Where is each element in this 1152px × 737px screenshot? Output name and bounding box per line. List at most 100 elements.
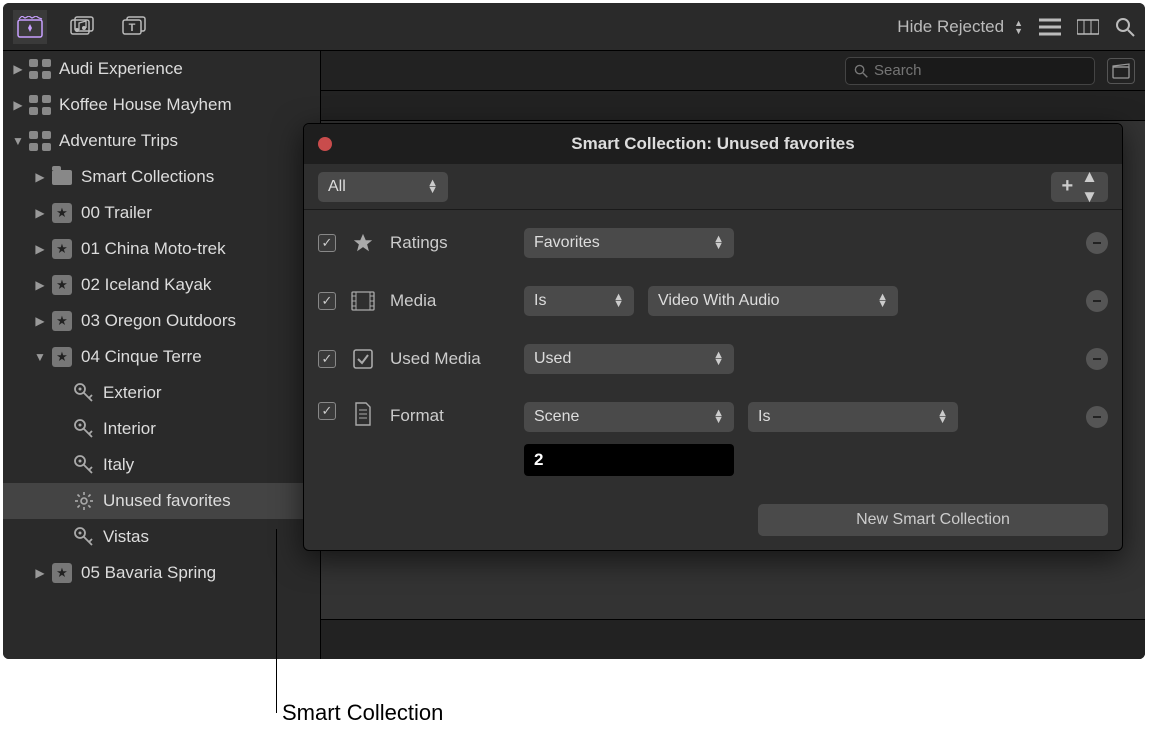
toolbar: T Hide Rejected ▲▼ (3, 3, 1145, 51)
event-china[interactable]: ▶★01 China Moto-trek (3, 231, 320, 267)
keyword-icon (73, 382, 95, 404)
event-cinque[interactable]: ▼★04 Cinque Terre (3, 339, 320, 375)
browser-header (321, 51, 1145, 91)
label: Koffee House Mayhem (59, 95, 232, 115)
keyword-vistas[interactable]: Vistas (3, 519, 320, 555)
remove-rule-button[interactable] (1086, 232, 1108, 254)
label: 01 China Moto-trek (81, 239, 226, 259)
clip-filter-label: Hide Rejected (897, 17, 1004, 37)
keyword-exterior[interactable]: Exterior (3, 375, 320, 411)
search-field[interactable] (845, 57, 1095, 85)
filmstrip-icon (350, 291, 376, 311)
library-adventure[interactable]: ▼Adventure Trips (3, 123, 320, 159)
rule-enable-checkbox[interactable]: ✓ (318, 292, 336, 310)
label: Interior (103, 419, 156, 439)
search-toggle-button[interactable] (1115, 17, 1135, 37)
format-op-select[interactable]: Is▲▼ (748, 402, 958, 432)
clip-filter-menu[interactable]: Hide Rejected ▲▼ (897, 17, 1023, 37)
popover-titlebar: Smart Collection: Unused favorites (304, 124, 1122, 164)
browser-footer (321, 619, 1145, 659)
gear-icon (73, 490, 95, 512)
rule-format: ✓ Format Scene▲▼ Is▲▼ 2 (304, 388, 1122, 490)
app-window: T Hide Rejected ▲▼ ▶Audi Experience ▶Kof… (3, 3, 1145, 659)
media-op-select[interactable]: Is▲▼ (524, 286, 634, 316)
rule-label: Used Media (390, 349, 510, 369)
keyword-icon (73, 418, 95, 440)
label: 05 Bavaria Spring (81, 563, 216, 583)
keyword-interior[interactable]: Interior (3, 411, 320, 447)
browser-subheader (321, 91, 1145, 121)
titles-browser-button[interactable]: T (117, 10, 151, 44)
label: Adventure Trips (59, 131, 178, 151)
library-icon (29, 58, 51, 80)
plus-icon: + (1061, 175, 1073, 198)
folder-smart-collections[interactable]: ▶Smart Collections (3, 159, 320, 195)
remove-rule-button[interactable] (1086, 406, 1108, 428)
used-media-select[interactable]: Used▲▼ (524, 344, 734, 374)
search-input[interactable] (874, 62, 1086, 79)
rule-enable-checkbox[interactable]: ✓ (318, 402, 336, 420)
rule-label: Media (390, 291, 510, 311)
checkbox-icon (350, 348, 376, 370)
label: 03 Oregon Outdoors (81, 311, 236, 331)
filmstrip-view-button[interactable] (1077, 18, 1099, 36)
clip-appearance-button[interactable] (1107, 58, 1135, 84)
event-bavaria[interactable]: ▶★05 Bavaria Spring (3, 555, 320, 591)
label: 00 Trailer (81, 203, 152, 223)
rule-used-media: ✓ Used Media Used▲▼ (304, 330, 1122, 388)
format-value-input[interactable]: 2 (524, 444, 734, 476)
rule-enable-checkbox[interactable]: ✓ (318, 234, 336, 252)
rule-label: Format (390, 402, 510, 426)
library-koffee[interactable]: ▶Koffee House Mayhem (3, 87, 320, 123)
smart-collection-unused[interactable]: Unused favorites (3, 483, 320, 519)
add-rule-button[interactable]: + ▲▼ (1051, 172, 1108, 202)
label: Italy (103, 455, 134, 475)
chevrons-icon: ▲▼ (1014, 19, 1023, 35)
library-icon (29, 130, 51, 152)
rule-ratings: ✓ Ratings Favorites▲▼ (304, 214, 1122, 272)
keyword-icon (73, 454, 95, 476)
media-browser-button[interactable] (13, 10, 47, 44)
document-icon (350, 402, 376, 426)
list-view-button[interactable] (1039, 18, 1061, 36)
remove-rule-button[interactable] (1086, 290, 1108, 312)
rule-label: Ratings (390, 233, 510, 253)
callout-label: Smart Collection (282, 700, 443, 726)
label: Smart Collections (81, 167, 214, 187)
event-oregon[interactable]: ▶★03 Oregon Outdoors (3, 303, 320, 339)
library-audi[interactable]: ▶Audi Experience (3, 51, 320, 87)
label: Exterior (103, 383, 162, 403)
folder-icon (51, 166, 73, 188)
match-select[interactable]: All ▲▼ (318, 172, 448, 202)
search-icon (854, 64, 868, 78)
ratings-select[interactable]: Favorites▲▼ (524, 228, 734, 258)
rule-media: ✓ Media Is▲▼ Video With Audio▲▼ (304, 272, 1122, 330)
event-icon: ★ (51, 274, 73, 296)
keyword-italy[interactable]: Italy (3, 447, 320, 483)
event-iceland[interactable]: ▶★02 Iceland Kayak (3, 267, 320, 303)
close-button[interactable] (318, 137, 332, 151)
event-icon: ★ (51, 238, 73, 260)
popover-toolbar: All ▲▼ + ▲▼ (304, 164, 1122, 210)
label: Unused favorites (103, 491, 231, 511)
popover-title: Smart Collection: Unused favorites (571, 134, 854, 154)
match-value: All (328, 178, 346, 196)
remove-rule-button[interactable] (1086, 348, 1108, 370)
new-smart-collection-button[interactable]: New Smart Collection (758, 504, 1108, 536)
callout-line (276, 529, 277, 713)
format-field-select[interactable]: Scene▲▼ (524, 402, 734, 432)
label: 04 Cinque Terre (81, 347, 202, 367)
popover-footer: New Smart Collection (304, 494, 1122, 550)
keyword-icon (73, 526, 95, 548)
media-value-select[interactable]: Video With Audio▲▼ (648, 286, 898, 316)
event-trailer[interactable]: ▶★00 Trailer (3, 195, 320, 231)
event-icon: ★ (51, 346, 73, 368)
event-icon: ★ (51, 562, 73, 584)
rule-enable-checkbox[interactable]: ✓ (318, 350, 336, 368)
label: 02 Iceland Kayak (81, 275, 211, 295)
music-browser-button[interactable] (65, 10, 99, 44)
event-icon: ★ (51, 310, 73, 332)
svg-text:T: T (129, 22, 136, 34)
event-icon: ★ (51, 202, 73, 224)
star-icon (350, 232, 376, 254)
